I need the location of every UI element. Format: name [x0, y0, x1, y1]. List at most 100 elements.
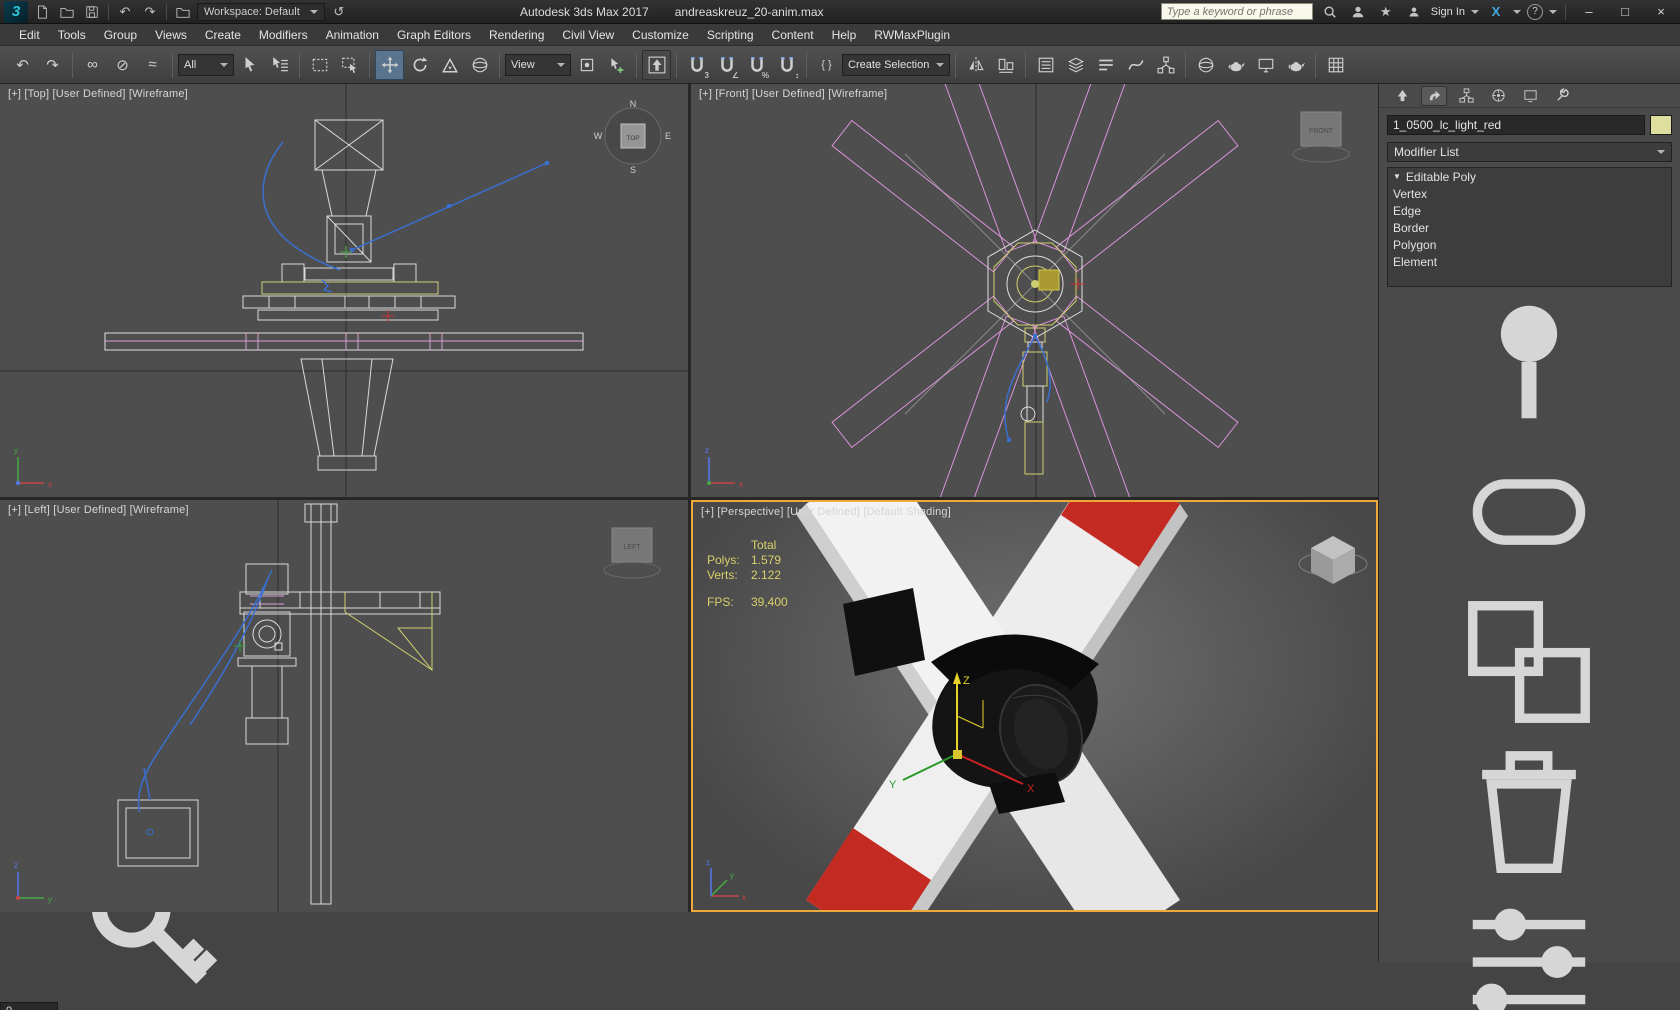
sign-in-link[interactable]: Sign In: [1431, 6, 1465, 18]
object-name-field[interactable]: [1387, 115, 1645, 135]
schematic-view-icon[interactable]: [1151, 50, 1180, 80]
toggle-ribbon-icon[interactable]: [1091, 50, 1120, 80]
toggle-layer-explorer-icon[interactable]: [1061, 50, 1090, 80]
a360-icon[interactable]: X: [1485, 2, 1507, 22]
angle-snap-icon[interactable]: ∠: [712, 50, 741, 80]
select-by-name-icon[interactable]: [265, 50, 294, 80]
redo-icon[interactable]: ↷: [139, 2, 161, 22]
undo-icon[interactable]: ↶: [114, 2, 136, 22]
workspace-dropdown[interactable]: Workspace: Default: [197, 3, 325, 21]
stack-item-editable-poly[interactable]: ▼ Editable Poly: [1388, 168, 1671, 185]
configure-modifier-sets-icon[interactable]: [1379, 887, 1680, 1010]
reference-coordinate-dropdown[interactable]: View: [505, 54, 571, 76]
object-color-swatch[interactable]: [1650, 115, 1672, 135]
menu-item[interactable]: Customize: [623, 24, 698, 46]
spinner-snap-icon[interactable]: ↕: [772, 50, 801, 80]
maximize-button[interactable]: □: [1610, 2, 1640, 22]
menu-item[interactable]: Graph Editors: [388, 24, 480, 46]
community-icon[interactable]: [1347, 2, 1369, 22]
viewport-compass[interactable]: TOP N E S W: [594, 99, 671, 175]
tab-hierarchy-icon[interactable]: [1453, 86, 1479, 106]
sign-in-user-icon[interactable]: [1403, 2, 1425, 22]
curve-editor-icon[interactable]: [1121, 50, 1150, 80]
chevron-down-icon[interactable]: [1549, 10, 1557, 14]
3dsmax-logo-icon[interactable]: 3: [4, 1, 28, 23]
align-icon[interactable]: [991, 50, 1020, 80]
stack-item-border[interactable]: Border: [1388, 219, 1671, 236]
chevron-down-icon[interactable]: [1513, 10, 1521, 14]
make-unique-icon[interactable]: [1379, 587, 1680, 737]
viewport-front[interactable]: [+] [Front] [User Defined] [Wireframe]: [691, 84, 1378, 497]
bind-to-space-warp-icon[interactable]: ≈: [138, 50, 167, 80]
menu-item[interactable]: Help: [823, 24, 866, 46]
viewport-top-label[interactable]: [+] [Top] [User Defined] [Wireframe]: [8, 88, 188, 100]
snap-toggle-3d-icon[interactable]: 3: [682, 50, 711, 80]
tab-display-icon[interactable]: [1517, 86, 1543, 106]
expand-arrow-icon[interactable]: ▼: [1393, 172, 1401, 181]
tab-motion-icon[interactable]: [1485, 86, 1511, 106]
menu-item[interactable]: Create: [196, 24, 250, 46]
project-folder-icon[interactable]: [172, 2, 194, 22]
menu-item[interactable]: Edit: [10, 24, 49, 46]
named-selection-sets-dropdown[interactable]: Create Selection Se: [842, 54, 950, 76]
menu-item[interactable]: Group: [95, 24, 146, 46]
viewport-perspective[interactable]: [+] [Perspective] [User Defined] [Defaul…: [691, 500, 1378, 912]
rendered-frame-window-icon[interactable]: [1251, 50, 1280, 80]
menu-item[interactable]: RWMaxPlugin: [865, 24, 959, 46]
percent-snap-icon[interactable]: %: [742, 50, 771, 80]
rectangular-selection-region-icon[interactable]: [305, 50, 334, 80]
select-and-manipulate-icon[interactable]: [602, 50, 631, 80]
use-pivot-center-icon[interactable]: [572, 50, 601, 80]
viewport-top[interactable]: [+] [Top] [User Defined] [Wireframe]: [0, 84, 688, 497]
minimize-button[interactable]: –: [1574, 2, 1604, 22]
new-scene-icon[interactable]: [31, 2, 53, 22]
menu-item[interactable]: Rendering: [480, 24, 553, 46]
search-icon[interactable]: [1319, 2, 1341, 22]
toggle-scene-explorer-icon[interactable]: [1031, 50, 1060, 80]
viewport-cube-gizmo[interactable]: LEFT: [604, 528, 660, 578]
menu-item[interactable]: Views: [146, 24, 196, 46]
tab-modify-icon[interactable]: [1421, 86, 1447, 106]
stack-item-vertex[interactable]: Vertex: [1388, 185, 1671, 202]
current-frame-field[interactable]: [0, 1002, 58, 1010]
favorites-star-icon[interactable]: ★: [1375, 2, 1397, 22]
menu-item[interactable]: Civil View: [553, 24, 623, 46]
chevron-down-icon[interactable]: [1471, 10, 1479, 14]
edit-named-selection-sets-icon[interactable]: { }: [812, 50, 841, 80]
select-and-link-icon[interactable]: ∞: [78, 50, 107, 80]
stack-item-edge[interactable]: Edge: [1388, 202, 1671, 219]
viewport-cube-gizmo[interactable]: FRONT: [1293, 112, 1349, 162]
select-object-icon[interactable]: [235, 50, 264, 80]
menu-item[interactable]: Scripting: [698, 24, 763, 46]
select-and-place-icon[interactable]: [465, 50, 494, 80]
stack-item-polygon[interactable]: Polygon: [1388, 236, 1671, 253]
menu-item[interactable]: Tools: [49, 24, 95, 46]
stack-item-element[interactable]: Element: [1388, 253, 1671, 270]
select-and-scale-icon[interactable]: [435, 50, 464, 80]
redo-button[interactable]: ↷: [38, 50, 67, 80]
tab-utilities-icon[interactable]: [1549, 86, 1575, 106]
keyboard-shortcut-override-icon[interactable]: [642, 50, 671, 80]
menu-item[interactable]: Animation: [317, 24, 388, 46]
close-button[interactable]: ×: [1646, 2, 1676, 22]
select-and-move-icon[interactable]: [375, 50, 404, 80]
viewcube[interactable]: [1299, 536, 1367, 584]
tab-create-icon[interactable]: [1389, 86, 1415, 106]
search-input[interactable]: [1161, 3, 1313, 20]
render-in-cloud-icon[interactable]: [1321, 50, 1350, 80]
material-editor-icon[interactable]: [1191, 50, 1220, 80]
window-crossing-toggle-icon[interactable]: [335, 50, 364, 80]
render-setup-icon[interactable]: [1221, 50, 1250, 80]
select-and-rotate-icon[interactable]: [405, 50, 434, 80]
pin-stack-icon[interactable]: [1379, 287, 1680, 437]
help-icon[interactable]: ?: [1527, 4, 1543, 20]
workspace-reset-icon[interactable]: ↺: [328, 2, 350, 22]
save-file-icon[interactable]: [81, 2, 103, 22]
selection-filter-dropdown[interactable]: All: [178, 54, 234, 76]
menu-item[interactable]: Modifiers: [250, 24, 317, 46]
viewport-perspective-label[interactable]: [+] [Perspective] [User Defined] [Defaul…: [701, 506, 951, 518]
viewport-left-label[interactable]: [+] [Left] [User Defined] [Wireframe]: [8, 504, 189, 516]
show-end-result-icon[interactable]: [1379, 437, 1680, 587]
undo-button[interactable]: ↶: [8, 50, 37, 80]
mirror-icon[interactable]: [961, 50, 990, 80]
